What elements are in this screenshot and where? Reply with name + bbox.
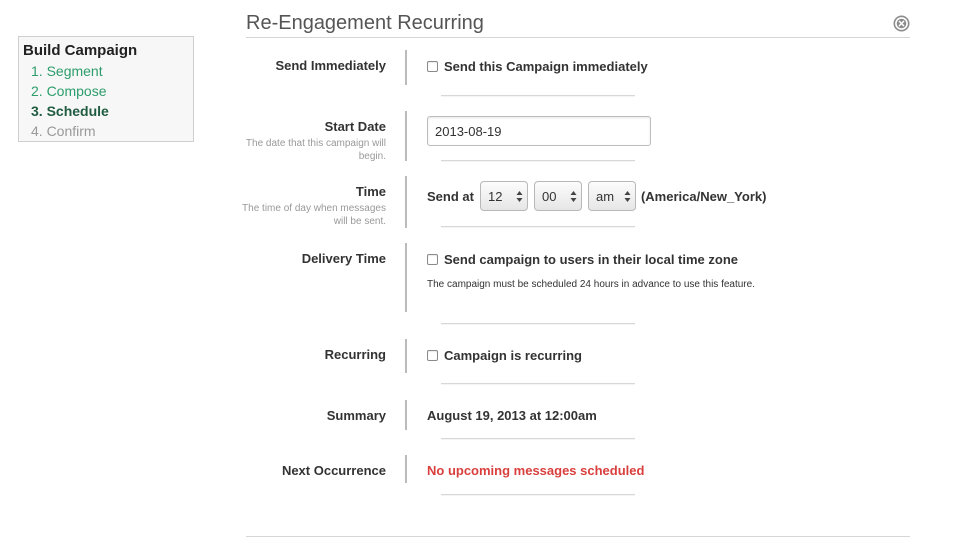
summary-label: Summary	[326, 408, 386, 423]
send-time-controls: Send at 12 00 am (America/New_York)	[427, 181, 766, 211]
ampm-value: am	[595, 188, 615, 204]
send-immediately-label: Send Immediately	[275, 58, 386, 73]
select-arrows-icon	[516, 191, 523, 202]
send-immediately-control[interactable]: Send this Campaign immediately	[427, 59, 648, 74]
delivery-time-label: Delivery Time	[301, 251, 386, 266]
minute-value: 00	[541, 188, 557, 204]
row-separator	[441, 160, 635, 161]
delivery-time-note: The campaign must be scheduled 24 hours …	[427, 279, 755, 290]
close-circle-icon[interactable]	[893, 15, 910, 32]
sidebar-title: Build Campaign	[23, 42, 138, 59]
step-schedule: 3. Schedule	[31, 103, 109, 119]
row-separator	[441, 438, 635, 439]
send-at-label: Send at	[427, 188, 474, 204]
ampm-select[interactable]: am	[587, 181, 636, 211]
minute-select[interactable]: 00	[533, 181, 582, 211]
start-date-input[interactable]	[427, 116, 651, 146]
hour-select[interactable]: 12	[479, 181, 528, 211]
select-arrows-icon	[624, 191, 631, 202]
recurring-label: Recurring	[324, 347, 386, 362]
row-separator	[441, 383, 635, 384]
next-occurrence-label: Next Occurrence	[281, 463, 386, 478]
next-occurrence-value: No upcoming messages scheduled	[427, 463, 645, 478]
summary-value: August 19, 2013 at 12:00am	[427, 408, 597, 423]
send-immediately-checkbox[interactable]	[427, 61, 438, 72]
row-divider	[405, 243, 407, 312]
row-separator	[441, 494, 635, 495]
page-title: Re-Engagement Recurring	[246, 12, 484, 34]
step-segment[interactable]: 1. Segment	[23, 61, 193, 81]
hour-value: 12	[487, 188, 503, 204]
header-divider	[246, 37, 910, 38]
row-separator	[441, 323, 635, 324]
send-immediately-checkbox-label[interactable]: Send this Campaign immediately	[444, 59, 648, 74]
row-separator	[441, 226, 635, 227]
select-arrows-icon	[570, 191, 577, 202]
recurring-checkbox[interactable]	[427, 350, 438, 361]
time-label: Time	[355, 184, 386, 199]
start-date-label: Start Date	[324, 119, 386, 134]
footer-divider	[246, 536, 910, 537]
row-separator	[441, 95, 635, 96]
recurring-control[interactable]: Campaign is recurring	[427, 348, 582, 363]
row-divider	[405, 339, 407, 373]
build-campaign-panel: Build Campaign 1. Segment 2. Compose 3. …	[18, 36, 194, 142]
step-confirm: 4. Confirm	[31, 123, 96, 139]
step-compose[interactable]: 2. Compose	[23, 81, 193, 101]
recurring-checkbox-label[interactable]: Campaign is recurring	[444, 348, 582, 363]
timezone-label: (America/New_York)	[640, 188, 767, 204]
local-timezone-checkbox-label[interactable]: Send campaign to users in their local ti…	[444, 252, 738, 267]
row-divider	[405, 50, 407, 85]
start-date-help: The date that this campaign will begin.	[245, 138, 386, 162]
time-help: The time of day when messages will be se…	[242, 203, 386, 227]
row-divider	[405, 176, 407, 228]
row-divider	[405, 111, 407, 161]
local-timezone-checkbox[interactable]	[427, 254, 438, 265]
row-divider	[405, 455, 407, 483]
row-divider	[405, 400, 407, 430]
local-timezone-control[interactable]: Send campaign to users in their local ti…	[427, 252, 738, 267]
